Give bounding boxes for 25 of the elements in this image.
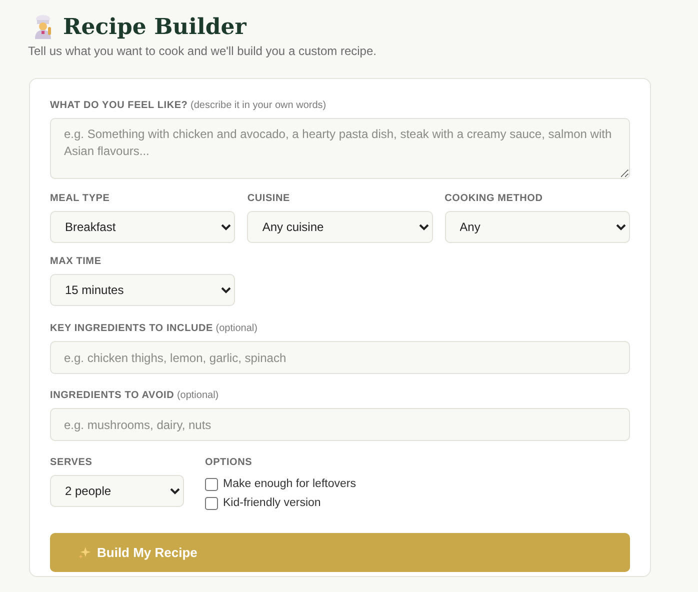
select-field[interactable]: Breakfast [50, 211, 236, 243]
ingredients-field[interactable]: e.g. chicken thighs, lemon, garlic, spinach [50, 341, 630, 374]
field-label: WHAT DO YOU FEEL LIKE? (describe it in your own words) [50, 99, 328, 113]
page-subtitle: Tell us what you want to cook and we'll build you a custom recipe. [28, 43, 378, 60]
option-label: Make enough for leftovers [223, 476, 356, 492]
field-label: COOKING METHOD [444, 192, 544, 206]
option-checkbox[interactable] [205, 497, 218, 510]
page-title: Recipe Builder [63, 13, 246, 41]
select-field[interactable]: 2 people [50, 475, 184, 507]
select-field[interactable]: Any cuisine [247, 211, 433, 243]
ingredients-field[interactable]: e.g. mushrooms, dairy, nuts [50, 408, 630, 441]
chef-icon [33, 15, 53, 39]
select-field[interactable]: 15 minutes [50, 274, 236, 306]
select-field[interactable]: Any [444, 211, 630, 243]
option-label: Kid-friendly version [223, 496, 321, 511]
description-field[interactable]: e.g. Something with chicken and avocado, a hearty pasta dish, steak with a creamy sauce, salmon with Asian flavours... [50, 118, 630, 179]
field-label: INGREDIENTS TO AVOID (optional) [50, 389, 220, 403]
field-label: KEY INGREDIENTS TO INCLUDE (optional) [50, 322, 258, 336]
field-label: SERVES [50, 456, 94, 470]
field-label: OPTIONS [205, 456, 254, 470]
field-label: MAX TIME [50, 255, 102, 269]
option-checkbox[interactable] [205, 478, 218, 491]
field-label: MEAL TYPE [50, 192, 111, 206]
field-label: CUISINE [247, 192, 291, 206]
sparkle-icon [78, 546, 91, 559]
